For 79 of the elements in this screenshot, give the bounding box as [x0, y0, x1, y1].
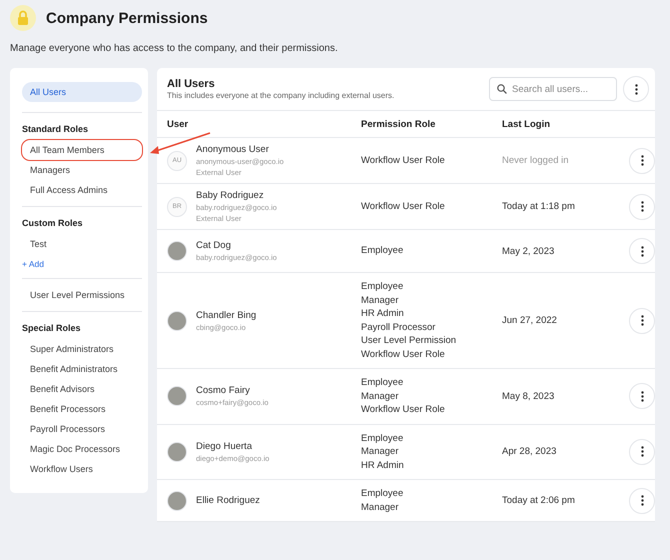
role-text: Manager [361, 445, 400, 458]
more-button[interactable] [623, 76, 649, 102]
row-menu-button[interactable] [629, 238, 655, 264]
column-header: Last Login [502, 118, 552, 130]
more-icon [640, 155, 644, 166]
user-name: Cat Dog [196, 240, 232, 251]
search-field[interactable]: Search all users... [489, 77, 617, 101]
sidebar-item[interactable]: Benefit Advisors [22, 379, 142, 399]
role-text: HR Admin [361, 307, 405, 320]
user-name: Diego Huerta [196, 440, 253, 452]
role-text: Workflow User Role [361, 154, 446, 168]
row-menu-button[interactable] [629, 148, 655, 174]
last-login: Never logged in [502, 155, 570, 166]
user-name: Baby Rodriguez [196, 190, 265, 201]
last-login: Jun 27, 2022 [502, 315, 558, 326]
sidebar-item[interactable]: Workflow Users [22, 459, 142, 479]
add-link[interactable]: + Add [22, 259, 44, 269]
sidebar-item[interactable]: Super Administrators [22, 339, 142, 359]
search-icon [497, 84, 507, 94]
last-login: Today at 2:06 pm [502, 495, 576, 506]
role-text: HR Admin [361, 458, 405, 472]
row-menu-button[interactable] [629, 194, 655, 220]
photo-placeholder [167, 241, 187, 261]
photo-placeholder [167, 490, 187, 510]
sidebar-item[interactable]: User Level Permissions [22, 285, 142, 305]
role-text: Manager [361, 500, 400, 514]
role-text: Employee [361, 280, 404, 294]
more-icon [640, 201, 644, 212]
role-text: Workflow User Role [361, 348, 446, 361]
photo-placeholder [167, 310, 187, 330]
sidebar-item[interactable]: Benefit Processors [22, 399, 142, 419]
panel-subtitle: This includes everyone at the company including external users. [167, 91, 396, 100]
user-name: Chandler Bing [196, 310, 256, 320]
sidebar-item[interactable]: All Users [22, 82, 142, 102]
last-login: May 2, 2023 [502, 246, 556, 256]
section-heading: Custom Roles [22, 218, 84, 228]
row-menu-button[interactable] [629, 383, 655, 410]
panel-title: All Users [167, 78, 216, 90]
section-heading: Special Roles [22, 323, 82, 333]
column-header: User [167, 118, 190, 130]
page-title: Company Permissions [46, 10, 208, 26]
photo-placeholder [167, 386, 187, 406]
page-description: Manage everyone who has access to the company, and their permissions. [10, 43, 339, 54]
role-text: Payroll Processor [361, 320, 436, 334]
sidebar-item[interactable]: Full Access Admins [22, 180, 142, 200]
role-text: Employee [361, 487, 404, 500]
sidebar-item[interactable]: All Team Members [22, 140, 142, 160]
sidebar-item[interactable]: Payroll Processors [22, 419, 142, 439]
photo-placeholder [167, 442, 187, 462]
role-text: Employee [361, 244, 404, 258]
sidebar-item[interactable]: Test [22, 234, 142, 254]
role-text: Workflow User Role [361, 200, 446, 214]
role-text: Manager [361, 294, 400, 307]
role-text: User Level Permission [361, 334, 458, 348]
row-menu-button[interactable] [629, 438, 655, 465]
user-name: Cosmo Fairy [196, 385, 251, 396]
user-name: Anonymous User [196, 144, 270, 155]
more-icon [634, 84, 638, 94]
role-text: Workflow User Role [361, 403, 446, 416]
more-icon [640, 390, 644, 402]
row-menu-button[interactable] [629, 488, 655, 514]
more-icon [640, 495, 644, 506]
user-name: Ellie Rodriguez [196, 495, 260, 506]
more-icon [640, 446, 644, 458]
last-login: May 8, 2023 [502, 390, 556, 402]
sidebar-item[interactable]: Benefit Administrators [22, 359, 142, 379]
last-login: Apr 28, 2023 [502, 446, 558, 458]
column-header: Permission Role [361, 118, 436, 130]
last-login: Today at 1:18 pm [502, 201, 576, 212]
section-heading: Standard Roles [22, 124, 90, 134]
more-icon [640, 315, 644, 326]
lock-icon [10, 5, 36, 31]
more-icon [640, 246, 644, 256]
row-menu-button[interactable] [629, 308, 655, 334]
sidebar-item[interactable]: Managers [22, 160, 142, 180]
role-text: Manager [361, 390, 400, 403]
role-text: Employee [361, 432, 404, 445]
sidebar-item[interactable]: Magic Doc Processors [22, 439, 142, 459]
role-text: Employee [361, 376, 404, 390]
